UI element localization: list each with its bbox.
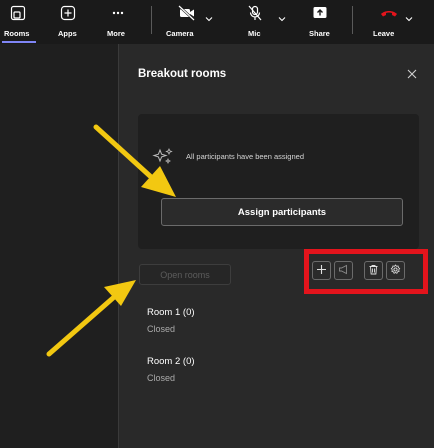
share-button[interactable]: Share [304, 0, 336, 44]
share-icon [313, 7, 327, 18]
mic-label: Mic [248, 29, 261, 38]
share-label: Share [309, 29, 330, 38]
apps-button[interactable]: Apps [54, 0, 82, 44]
sparkle-icon [152, 148, 173, 165]
room-list-item[interactable]: Room 1 (0) Closed [147, 307, 195, 334]
leave-options-chevron-icon[interactable] [405, 15, 413, 23]
room-status: Closed [147, 373, 176, 383]
assignment-status-text: All participants have been assigned [186, 152, 304, 161]
open-rooms-button[interactable]: Open rooms [139, 264, 231, 285]
mic-button[interactable]: Mic [240, 0, 270, 44]
panel-title: Breakout rooms [138, 68, 227, 80]
camera-label: Camera [166, 29, 194, 38]
mic-options-chevron-icon[interactable] [278, 15, 286, 23]
toolbar-divider [151, 6, 152, 34]
room-status: Closed [147, 324, 176, 334]
leave-button[interactable]: Leave [368, 0, 402, 44]
rooms-label: Rooms [4, 29, 30, 38]
assignment-card: All participants have been assigned Assi… [138, 114, 419, 249]
more-button[interactable]: More [104, 0, 132, 44]
room-name: Room 2 (0) [147, 356, 195, 367]
mic-off-icon [248, 5, 262, 21]
breakout-rooms-panel: Breakout rooms All participants have bee… [118, 44, 434, 448]
apps-label: Apps [58, 29, 77, 38]
camera-button[interactable]: Camera [164, 0, 204, 44]
meeting-toolbar: Rooms Apps More Camera Mic Share Leave [0, 0, 434, 44]
close-icon[interactable] [407, 69, 417, 79]
rooms-icon [10, 5, 26, 21]
rooms-button[interactable]: Rooms [0, 0, 36, 44]
apps-icon [60, 5, 76, 21]
highlight-box [304, 249, 428, 294]
camera-off-icon [178, 5, 195, 21]
room-list-item[interactable]: Room 2 (0) Closed [147, 356, 195, 383]
hang-up-icon [380, 11, 397, 17]
more-icon [112, 11, 124, 15]
camera-options-chevron-icon[interactable] [205, 15, 213, 23]
assign-participants-button[interactable]: Assign participants [161, 198, 403, 226]
leave-label: Leave [373, 29, 395, 38]
meeting-stage [0, 44, 118, 448]
more-label: More [107, 29, 125, 38]
room-name: Room 1 (0) [147, 307, 195, 318]
active-tab-indicator [2, 41, 36, 43]
toolbar-divider [352, 6, 353, 34]
